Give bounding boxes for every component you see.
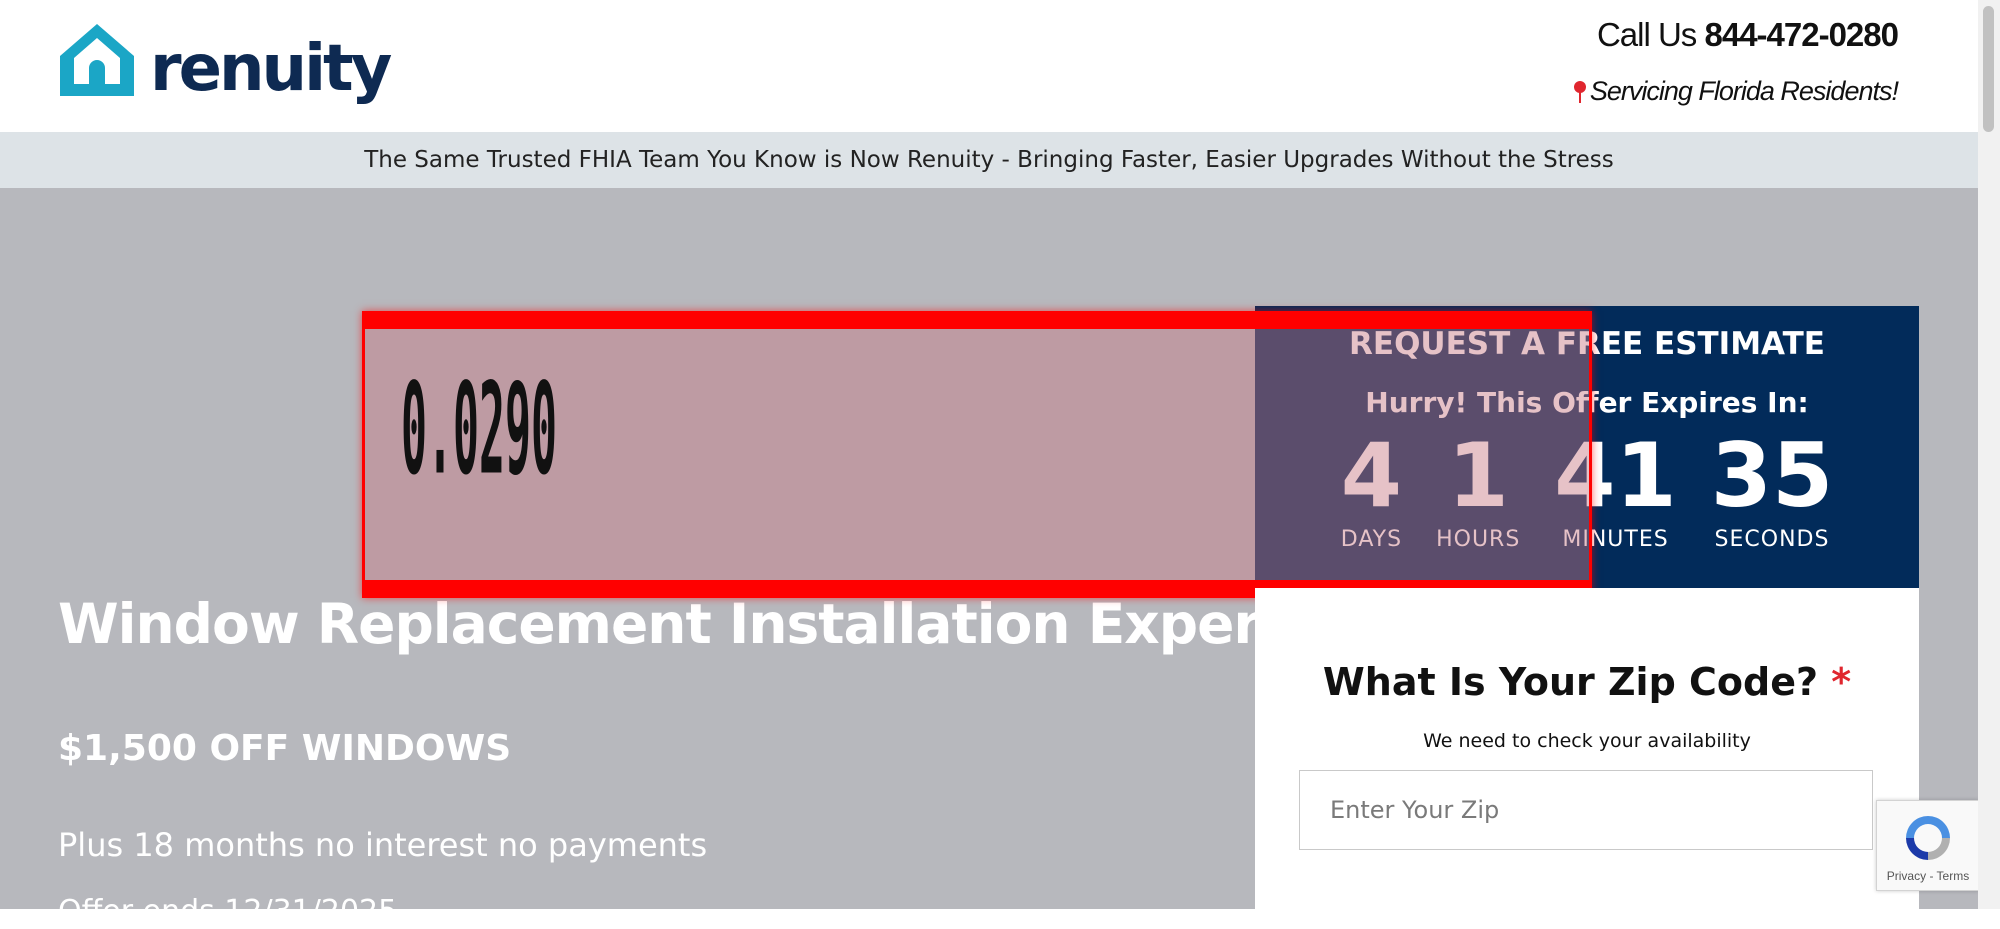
overlay-code-text: 0.0290: [401, 357, 558, 504]
banner-text: The Same Trusted FHIA Team You Know is N…: [364, 147, 1614, 173]
phone-link[interactable]: 844-472-0280: [1704, 16, 1899, 53]
countdown-label: SECONDS: [1714, 527, 1830, 552]
highlight-overlay: 0.0290: [362, 311, 1592, 598]
call-us: Call Us 844-472-0280: [1596, 16, 1899, 54]
servicing-text: Servicing Florida Residents!: [1589, 76, 1899, 106]
renuity-logo[interactable]: renuity: [58, 22, 392, 114]
servicing-region: Servicing Florida Residents!: [1573, 76, 1899, 107]
required-asterisk: *: [1831, 660, 1852, 704]
site-header: renuity Call Us 844-472-0280 Servicing F…: [0, 0, 1978, 132]
logo-wordmark: renuity: [150, 32, 392, 106]
recaptcha-links[interactable]: Privacy - Terms: [1877, 869, 1979, 883]
countdown-value: 35: [1710, 424, 1834, 527]
house-logo-icon: [60, 24, 134, 96]
zip-input[interactable]: [1299, 770, 1873, 850]
page-scrollbar[interactable]: [1978, 0, 2000, 909]
zip-question: What Is Your Zip Code? *: [1255, 660, 1919, 704]
zip-question-text: What Is Your Zip Code?: [1322, 660, 1819, 704]
hero-subtitle: Plus 18 months no interest no payments: [58, 826, 708, 864]
zip-helper-text: We need to check your availability: [1423, 730, 1751, 752]
scrollbar-thumb[interactable]: [1983, 6, 1994, 132]
map-pin-icon: [1573, 81, 1586, 103]
offer-expiry-text: Offer ends 12/31/2025: [58, 894, 398, 929]
call-label: Call Us: [1596, 16, 1697, 53]
zip-code-form: What Is Your Zip Code? * We need to chec…: [1255, 588, 1919, 909]
announcement-banner: The Same Trusted FHIA Team You Know is N…: [0, 132, 1978, 188]
recaptcha-badge[interactable]: Privacy - Terms: [1876, 800, 1979, 891]
recaptcha-icon: [1906, 816, 1950, 860]
hero-title: Window Replacement Installation Experts: [58, 592, 1318, 656]
countdown-seconds: 35 SECONDS: [1711, 428, 1833, 556]
hero-offer: $1,500 OFF WINDOWS: [58, 728, 512, 769]
